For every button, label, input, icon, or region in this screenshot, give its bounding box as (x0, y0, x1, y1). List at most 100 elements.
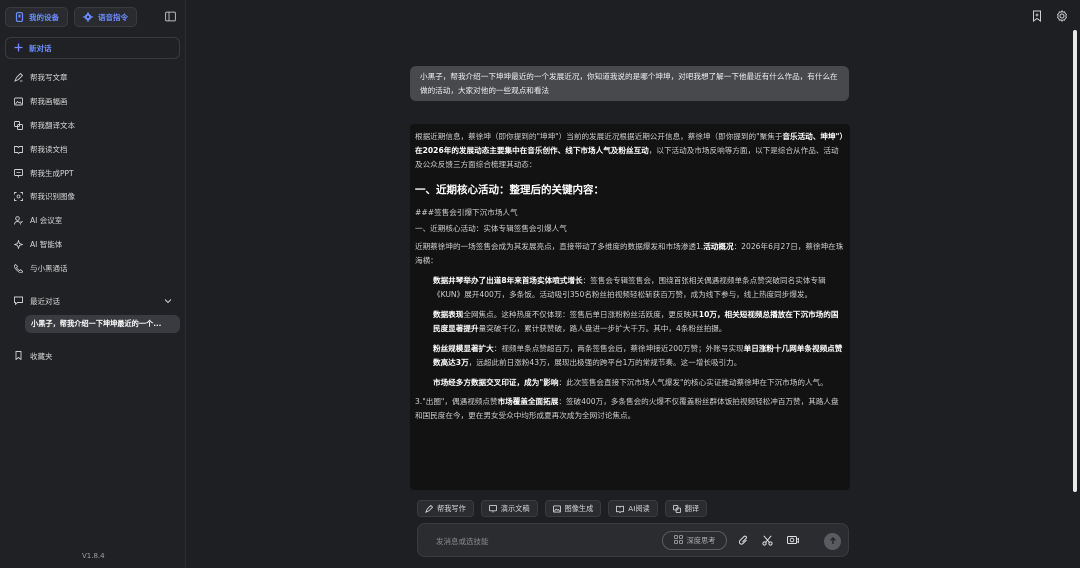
sidebar-item-translate[interactable]: 帮我翻译文本 (0, 114, 186, 138)
answer-block-4: 市场经多方数据交叉印证，成为"影响：此次签售会直接下沉市场人气爆发"的核心实证推… (415, 376, 845, 390)
user-message-bubble: 小黑子，帮我介绍一下坤坤最近的一个发展近况，你知道我说的是哪个坤坤，对吧我想了解… (410, 66, 849, 101)
assistant-answer: 根据近期信息，蔡徐坤（即你提到的"坤坤"）当前的发展近况根据近期公开信息，蔡徐坤… (410, 124, 850, 490)
voice-command-label: 语音指令 (98, 12, 128, 22)
sidebar-item-call-xiaohei[interactable]: 与小黑通话 (0, 256, 186, 280)
send-button[interactable] (824, 533, 841, 550)
plus-icon (14, 43, 23, 54)
answer-block-2: 数据表现全网焦点。这种热度不仅体现：签售后单日涨粉粉丝活跃度，更反映其10万，相… (415, 308, 845, 336)
sidebar-toggle-icon[interactable] (165, 11, 176, 22)
answer-block-3: 粉丝规模显著扩大：视频单条点赞超百万，两条签售会后，蔡徐坤接近200万赞；外账号… (415, 342, 845, 370)
attach-icon[interactable] (738, 535, 749, 546)
scissors-icon[interactable] (762, 535, 773, 546)
quick-action-slides[interactable]: 演示文稿 (480, 500, 538, 517)
bookmark-icon (14, 350, 23, 362)
quick-action-label: 翻译 (684, 503, 700, 513)
voice-command-button[interactable]: 语音指令 (74, 7, 137, 27)
answer-intro-text: 根据近期信息，蔡徐坤（即你提到的"坤坤"）当前的发展近况根据近期公开信息，蔡徐坤… (415, 132, 783, 141)
message-composer: 深度思考 (417, 523, 849, 557)
sidebar-item-label: 帮我读文档 (30, 144, 68, 154)
pen-icon (425, 504, 433, 513)
sidebar-item-label: 帮我识别图像 (30, 192, 75, 202)
answer-block-bold: 市场经多方数据交叉印证，成为"影响 (433, 378, 559, 387)
recent-chats-label: 最近对话 (30, 296, 60, 306)
quick-action-write[interactable]: 帮我写作 (417, 500, 474, 517)
answer-intro: 根据近期信息，蔡徐坤（即你提到的"坤坤"）当前的发展近况根据近期公开信息，蔡徐坤… (415, 130, 845, 172)
sidebar-item-label: 帮我生成PPT (30, 168, 74, 178)
bookmark-add-icon[interactable] (1031, 10, 1043, 22)
new-chat-label: 新对话 (29, 43, 52, 53)
answer-paragraph-text: 近期蔡徐坤的一场签售会成为其发展亮点，直接带动了多维度的数据爆发和市场渗透1. (415, 242, 704, 251)
quick-action-ai-read[interactable]: AI阅读 (608, 500, 658, 517)
sidebar-item-read-document[interactable]: 帮我读文档 (0, 137, 186, 161)
answer-tail-bold: 市场覆盖全面拓展 (497, 397, 559, 406)
answer-block-text: ：视频单条点赞超百万，两条签售会后，蔡徐坤接近200万赞；外账号实现 (493, 344, 744, 353)
scan-icon (14, 192, 23, 202)
deep-think-toggle[interactable]: 深度思考 (662, 531, 727, 550)
grid-icon (673, 535, 683, 546)
chevron-down-icon[interactable] (164, 297, 172, 307)
answer-block-text-2: ，远超此前日涨粉43万，展现出极强的跨平台1万的常规节奏。这一增长吸引力。 (468, 358, 742, 367)
answer-paragraph-bold: 活动概况 (703, 242, 734, 251)
answer-tail: 3."出圈"，偶遇视频点赞市场覆盖全面拓展：签破400万，多条售会的火爆不仅覆盖… (415, 395, 845, 423)
my-device-button[interactable]: 我的设备 (5, 7, 68, 27)
answer-tail-text: 3."出圈"，偶遇视频点赞 (415, 397, 498, 406)
sparkle-icon (14, 239, 23, 249)
quick-action-label: 图像生成 (564, 503, 594, 513)
translate-icon (672, 504, 681, 513)
recent-chat-item[interactable]: 小黑子，帮我介绍一下坤坤最近的一个... (25, 315, 180, 333)
slides-icon (14, 168, 23, 178)
scrollbar-thumb[interactable] (1073, 30, 1077, 492)
sidebar-item-recognize-image[interactable]: 帮我识别图像 (0, 185, 186, 209)
sidebar-item-ai-agent[interactable]: AI 智能体 (0, 233, 186, 257)
quick-action-translate[interactable]: 翻译 (664, 500, 708, 517)
chat-bubble-icon (14, 296, 23, 307)
sidebar-item-generate-ppt[interactable]: 帮我生成PPT (0, 161, 186, 185)
screenshot-icon[interactable] (787, 535, 799, 546)
answer-block-text-2: 量突破千亿，累计获赞破，路人盘进一步扩大千万。其中，4条粉丝拍摄。 (478, 324, 727, 333)
quick-actions: 帮我写作 演示文稿 图像生成 AI阅读 翻译 (417, 500, 708, 517)
deep-think-label: 深度思考 (686, 535, 716, 545)
sidebar-item-label: AI 智能体 (30, 239, 63, 249)
sidebar-menu: 帮我写文章 帮我画幅画 帮我翻译文本 帮我读文档 帮我生成PPT 帮我识别图像 … (0, 66, 186, 280)
recent-chat-title: 小黑子，帮我介绍一下坤坤最近的一个... (31, 319, 162, 328)
sidebar-item-label: 与小黑通话 (30, 263, 68, 273)
slides-icon (488, 504, 497, 513)
answer-block-bold: 粉丝规模显著扩大 (433, 344, 494, 353)
quick-action-label: AI阅读 (628, 503, 650, 513)
meeting-icon (14, 216, 23, 225)
sidebar-item-write-article[interactable]: 帮我写文章 (0, 66, 186, 90)
answer-block-1: 数据井琴举办了出道8年来首场实体喷式增长：签售会专辑签售会，围绕首张相关偶遇视频… (415, 274, 845, 302)
gear-icon (83, 12, 93, 22)
image-icon (14, 97, 23, 106)
answer-block-text: ：此次签售会直接下沉市场人气爆发"的核心实证推动蔡徐坤在下沉市场的人气。 (558, 378, 828, 387)
quick-action-image[interactable]: 图像生成 (544, 500, 602, 517)
sidebar-item-label: AI 会议室 (30, 216, 63, 226)
answer-heading: 一、近期核心活动：整理后的关键内容： (415, 184, 604, 196)
book-icon (616, 505, 625, 513)
settings-icon[interactable] (1056, 10, 1068, 22)
message-input[interactable] (436, 533, 656, 549)
quick-action-label: 演示文稿 (500, 503, 530, 513)
device-icon (14, 12, 24, 22)
favorites-label: 收藏夹 (30, 351, 53, 361)
favorites-item[interactable]: 收藏夹 (0, 347, 186, 365)
new-chat-button[interactable]: 新对话 (5, 37, 180, 59)
sidebar-item-label: 帮我写文章 (30, 73, 68, 83)
sidebar-item-ai-meeting[interactable]: AI 会议室 (0, 209, 186, 233)
arrow-up-icon (829, 536, 837, 547)
answer-block-bold: 数据井琴举办了出道8年来首场实体喷式增长 (433, 276, 583, 285)
pen-icon (14, 73, 23, 83)
user-message-text: 小黑子，帮我介绍一下坤坤最近的一个发展近况，你知道我说的是哪个坤坤，对吧我想了解… (420, 72, 838, 95)
recent-chats-header[interactable]: 最近对话 (0, 292, 186, 310)
answer-raw-line-2: 一、近期核心活动：实体专辑签售会引爆人气 (415, 224, 567, 233)
answer-raw-line-1: ###签售会引爆下沉市场人气 (415, 208, 518, 217)
sidebar-top-buttons: 我的设备 语音指令 (5, 7, 137, 27)
answer-block-text: 全网焦点。这种热度不仅体现：签售后单日涨粉粉丝活跃度，更反映其 (463, 310, 699, 319)
scrollbar[interactable] (1073, 30, 1077, 492)
version-label: V1.8.4 (82, 552, 105, 560)
image-icon (552, 504, 561, 513)
book-icon (14, 145, 23, 154)
translate-icon (14, 121, 23, 130)
sidebar-item-draw-picture[interactable]: 帮我画幅画 (0, 90, 186, 114)
answer-block-bold: 数据表现 (433, 310, 464, 319)
